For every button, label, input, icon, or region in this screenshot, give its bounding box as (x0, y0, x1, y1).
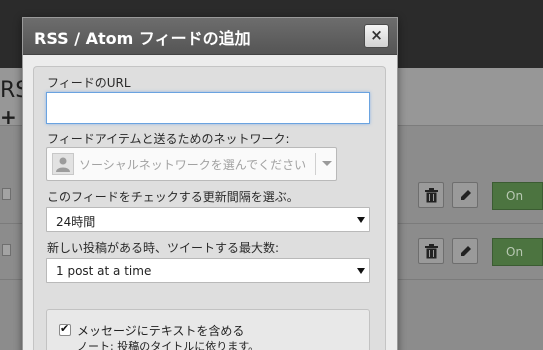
select-divider (315, 153, 316, 175)
row-checkbox[interactable] (2, 244, 11, 256)
trash-icon (425, 188, 438, 203)
row-checkbox[interactable] (2, 188, 11, 200)
network-label: フィードアイテムと送るためのネットワーク: (47, 132, 290, 146)
max-tweets-label: 新しい投稿がある時、ツイートする最大数: (47, 241, 280, 255)
interval-value: 24時間 (56, 215, 96, 229)
chevron-down-icon (357, 268, 365, 274)
network-avatar (52, 153, 74, 175)
close-button[interactable]: × (364, 24, 389, 48)
interval-label: このフィードをチェックする更新間隔を選ぶ。 (47, 190, 299, 204)
edit-feed-button[interactable] (452, 182, 478, 208)
dialog-header: RSS / Atom フィードの追加 × (23, 18, 397, 55)
include-text-option: ✔ メッセージにテキストを含める ノート: 投稿のタイトルに依ります。 (46, 309, 370, 350)
network-select[interactable]: ソーシャルネットワークを選んでください (46, 147, 337, 181)
include-text-note: ノート: 投稿のタイトルに依ります。 (77, 340, 260, 350)
close-icon: × (370, 26, 383, 44)
add-feed-dialog: RSS / Atom フィードの追加 × フィードのURL フィードアイテムと送… (22, 17, 398, 350)
pencil-icon (461, 246, 471, 256)
user-avatar-icon (56, 157, 70, 172)
plus-icon[interactable]: + (0, 107, 17, 127)
max-tweets-value: 1 post at a time (56, 264, 152, 278)
edit-feed-button[interactable] (452, 238, 478, 264)
chevron-down-icon (357, 217, 365, 223)
feed-url-label: フィードのURL (47, 76, 131, 90)
delete-feed-button[interactable] (418, 238, 444, 264)
include-text-label[interactable]: メッセージにテキストを含める (77, 322, 244, 339)
chevron-down-icon[interactable] (322, 161, 332, 166)
include-text-checkbox[interactable]: ✔ (59, 322, 71, 336)
feed-toggle[interactable]: On (492, 238, 543, 266)
feed-url-input[interactable] (46, 92, 370, 124)
interval-select[interactable]: 24時間 (46, 207, 370, 232)
checkmark-icon: ✔ (60, 322, 70, 335)
feed-toggle[interactable]: On (492, 182, 543, 210)
pencil-icon (461, 190, 471, 200)
trash-icon (425, 244, 438, 259)
max-tweets-select[interactable]: 1 post at a time (46, 258, 370, 283)
dialog-title: RSS / Atom フィードの追加 (34, 29, 251, 48)
delete-feed-button[interactable] (418, 182, 444, 208)
network-placeholder: ソーシャルネットワークを選んでください (79, 158, 307, 172)
feed-form: フィードのURL フィードアイテムと送るためのネットワーク: ソーシャルネットワ… (33, 66, 386, 350)
